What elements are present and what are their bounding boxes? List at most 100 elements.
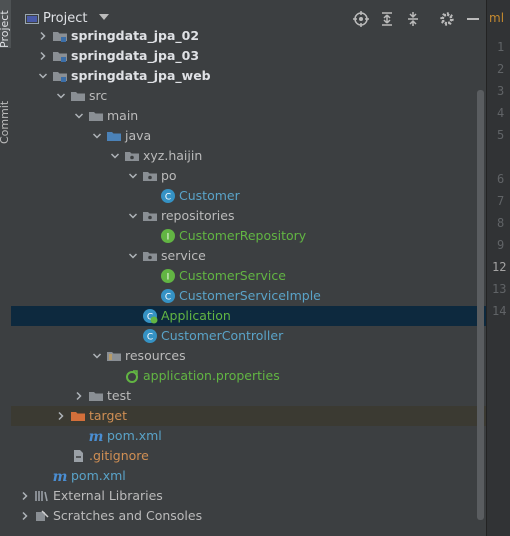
tree-item-target[interactable]: target xyxy=(11,406,486,426)
panel-title[interactable]: Project xyxy=(43,11,87,26)
class-icon: C xyxy=(161,189,175,203)
expand-all-icon[interactable] xyxy=(379,11,395,27)
tree-item-resources[interactable]: resources xyxy=(11,346,486,366)
vertical-scrollbar[interactable] xyxy=(477,90,484,520)
scratches-icon xyxy=(36,510,49,521)
tree-item-po[interactable]: po xyxy=(11,166,486,186)
tree-item-application[interactable]: C Application xyxy=(11,306,486,326)
tree-item-label: test xyxy=(107,388,132,403)
svg-text:C: C xyxy=(147,333,153,343)
chevron-down-icon[interactable] xyxy=(128,251,138,261)
chevron-right-icon[interactable] xyxy=(38,31,48,41)
tree-item-customerservice[interactable]: I CustomerService xyxy=(11,266,486,286)
gitignore-icon xyxy=(74,450,83,462)
tree-item-label: CustomerService xyxy=(179,268,286,283)
chevron-down-icon[interactable] xyxy=(56,91,66,101)
editor-tab[interactable]: ml xyxy=(489,11,504,25)
chevron-right-icon[interactable] xyxy=(20,511,30,521)
tree-item-xyz-haijin[interactable]: xyz.haijin xyxy=(11,146,486,166)
tree-item-external-libraries[interactable]: External Libraries xyxy=(11,486,486,506)
maven-icon: m xyxy=(89,429,104,444)
tree-item-springdata-jpa-03[interactable]: springdata_jpa_03 xyxy=(11,46,486,66)
tree-item-customercontroller[interactable]: C CustomerController xyxy=(11,326,486,346)
tree-item-label: .gitignore xyxy=(89,448,149,463)
chevron-down-icon[interactable] xyxy=(128,211,138,221)
line-number: 9 xyxy=(497,238,505,252)
locate-icon[interactable] xyxy=(353,11,369,27)
tree-item-test[interactable]: test xyxy=(11,386,486,406)
chevron-down-icon[interactable] xyxy=(99,13,109,21)
tree-item-springdata-jpa-02[interactable]: springdata_jpa_02 xyxy=(11,26,486,46)
tree-item-label: Scratches and Consoles xyxy=(53,508,203,523)
tree-item-label: springdata_jpa_03 xyxy=(71,48,200,63)
maven-icon: m xyxy=(53,469,68,484)
line-number: 6 xyxy=(497,172,505,186)
tree-item-label: springdata_jpa_02 xyxy=(71,28,200,43)
tree-item-customerrepository[interactable]: I CustomerRepository xyxy=(11,226,486,246)
class-icon: C xyxy=(143,329,157,343)
line-number: 8 xyxy=(497,216,505,230)
tree-item-label: pom.xml xyxy=(71,468,126,483)
tree-item-scratches-and-consoles[interactable]: Scratches and Consoles xyxy=(11,506,486,526)
tree-item-label: application.properties xyxy=(143,368,280,383)
chevron-right-icon[interactable] xyxy=(56,411,66,421)
svg-text:m: m xyxy=(89,429,104,444)
tree-item-label: pom.xml xyxy=(107,428,162,443)
libraries-icon xyxy=(35,491,48,502)
tree-item-service[interactable]: service xyxy=(11,246,486,266)
folder-icon xyxy=(71,92,85,101)
tree-item-application-properties[interactable]: application.properties xyxy=(11,366,486,386)
tree-item-pom-xml[interactable]: m pom.xml xyxy=(11,426,486,446)
tree-item-springdata-jpa-web[interactable]: springdata_jpa_web xyxy=(11,66,486,86)
tree-item-label: main xyxy=(107,108,139,123)
tree-item-label: springdata_jpa_web xyxy=(71,68,211,83)
bottom-cutoff-row xyxy=(11,530,486,536)
tree-item-label: CustomerController xyxy=(161,328,284,343)
line-number: 1 xyxy=(497,40,505,54)
line-number: 3 xyxy=(497,84,505,98)
tree-item-label: CustomerServiceImple xyxy=(179,288,321,303)
tree-item-gitignore[interactable]: .gitignore xyxy=(11,446,486,466)
tree-item-label: xyz.haijin xyxy=(143,148,203,163)
svg-text:C: C xyxy=(165,293,171,303)
module-folder-icon xyxy=(53,72,67,82)
chevron-down-icon[interactable] xyxy=(74,111,84,121)
collapse-all-icon[interactable] xyxy=(405,11,421,27)
tree-item-label: target xyxy=(89,408,128,423)
chevron-down-icon[interactable] xyxy=(92,131,102,141)
settings-icon[interactable] xyxy=(439,11,455,27)
line-number: 14 xyxy=(492,304,507,318)
resources-folder-icon xyxy=(107,352,121,361)
line-number: 4 xyxy=(497,106,505,120)
chevron-right-icon[interactable] xyxy=(38,51,48,61)
source-folder-icon xyxy=(107,132,121,141)
tree-item-label: src xyxy=(89,88,108,103)
package-icon xyxy=(143,252,157,261)
chevron-right-icon[interactable] xyxy=(74,391,84,401)
line-number: 13 xyxy=(492,282,507,296)
interface-icon: I xyxy=(161,229,175,243)
module-folder-icon xyxy=(53,52,67,62)
tree-item-label: Application xyxy=(161,308,231,323)
tree-item-customer[interactable]: C Customer xyxy=(11,186,486,206)
tree-item-repositories[interactable]: repositories xyxy=(11,206,486,226)
tree-item-label: CustomerRepository xyxy=(179,228,307,243)
svg-text:m: m xyxy=(53,469,68,484)
tree-item-pom-xml[interactable]: m pom.xml xyxy=(11,466,486,486)
package-icon xyxy=(143,212,157,221)
tree-item-java[interactable]: java xyxy=(11,126,486,146)
chevron-down-icon[interactable] xyxy=(92,351,102,361)
project-tree: springdata_jpa_02 springdata_jpa_03spring… xyxy=(11,28,486,536)
module-folder-icon xyxy=(53,32,67,42)
chevron-down-icon[interactable] xyxy=(110,151,120,161)
tree-item-customerserviceimple[interactable]: C CustomerServiceImple xyxy=(11,286,486,306)
tree-item-label: service xyxy=(161,248,206,263)
tree-item-label: resources xyxy=(125,348,186,363)
chevron-right-icon[interactable] xyxy=(20,491,30,501)
class-icon: C xyxy=(161,289,175,303)
chevron-down-icon[interactable] xyxy=(38,71,48,81)
tree-item-main[interactable]: main xyxy=(11,106,486,126)
tree-item-src[interactable]: src xyxy=(11,86,486,106)
chevron-down-icon[interactable] xyxy=(128,171,138,181)
hide-icon[interactable] xyxy=(465,11,481,27)
